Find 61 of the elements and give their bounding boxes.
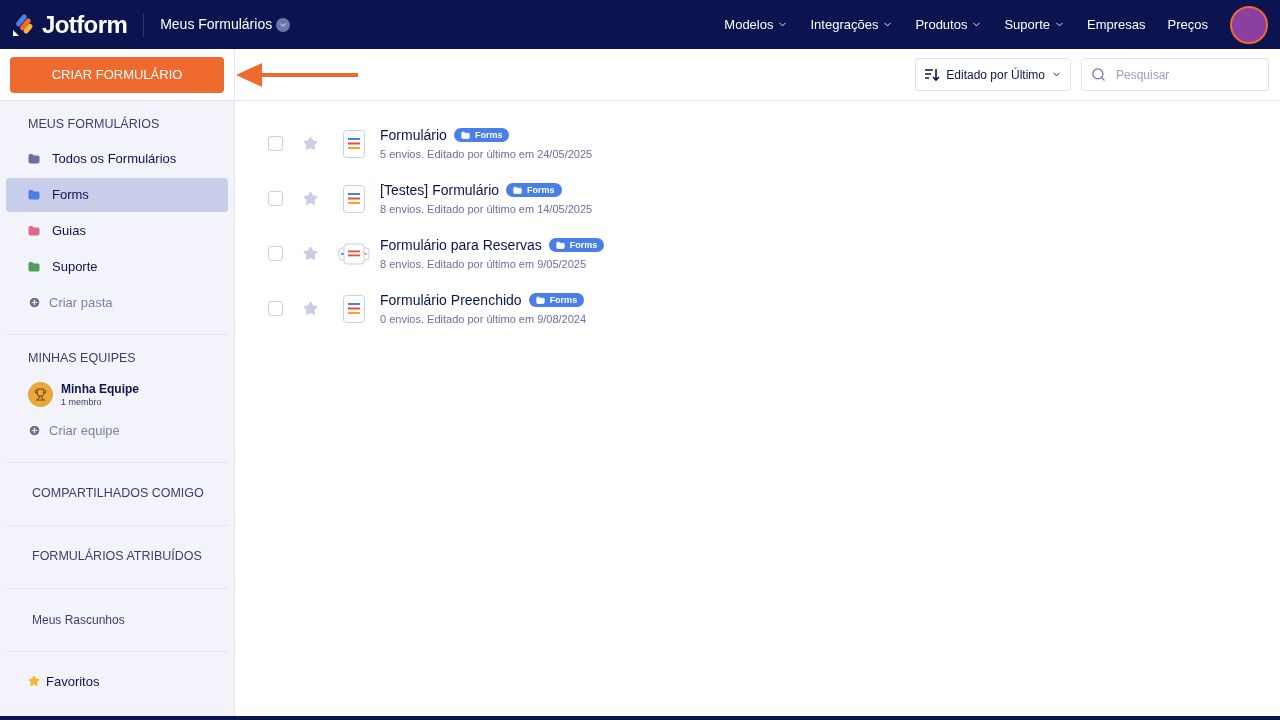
- logo-text: Jotform: [42, 9, 128, 40]
- card-form-icon: [338, 242, 370, 265]
- sort-dropdown[interactable]: Editado por Último: [915, 58, 1071, 91]
- sort-icon: [924, 67, 941, 82]
- nav-link[interactable]: Preços: [1167, 14, 1208, 35]
- folder-item[interactable]: Forms: [6, 177, 228, 212]
- create-folder-button[interactable]: Criar pasta: [6, 285, 135, 320]
- star-icon[interactable]: [303, 136, 318, 151]
- avatar[interactable]: [1230, 5, 1268, 44]
- section-title: MEUS FORMULÁRIOS: [27, 115, 161, 133]
- checkbox[interactable]: [268, 191, 283, 206]
- star-icon[interactable]: [303, 191, 318, 206]
- form-meta: 0 envios. Editado por último em 9/08/2024: [380, 311, 587, 327]
- search-icon: [1091, 67, 1106, 82]
- workspace-menu[interactable]: Meus Formulários: [160, 14, 291, 35]
- form-icon: [343, 294, 365, 323]
- star-icon: [28, 675, 40, 688]
- sidebar-section[interactable]: COMPARTILHADOS COMIGO: [32, 484, 204, 504]
- form-title[interactable]: Formulário: [380, 124, 447, 146]
- folder-item[interactable]: Guias: [6, 213, 228, 248]
- folder-icon: [513, 185, 523, 195]
- nav-link[interactable]: Produtos: [915, 14, 983, 35]
- folder-tag: Forms: [453, 128, 510, 143]
- logo-icon: [12, 11, 34, 38]
- star-icon[interactable]: [303, 301, 318, 316]
- chevron-icon: [276, 17, 291, 32]
- team-name[interactable]: Minha Equipe: [61, 381, 139, 397]
- folder-tag: Forms: [548, 238, 605, 253]
- folder-item[interactable]: Todos os Formulários: [6, 141, 228, 176]
- search-field[interactable]: Pesquisar: [1081, 58, 1269, 91]
- form-icon: [343, 129, 365, 158]
- form-icon: [343, 184, 365, 213]
- form-meta: 8 envios. Editado por último em 14/05/2025: [380, 201, 593, 217]
- team-members: 1 membro: [61, 396, 103, 408]
- folder-icon: [535, 295, 545, 305]
- checkbox[interactable]: [268, 301, 283, 316]
- plus-icon: [28, 424, 41, 438]
- team-avatar: [28, 382, 53, 408]
- folder-icon: [555, 240, 565, 250]
- folder-tag: Forms: [528, 293, 585, 308]
- nav-link[interactable]: Integrações: [810, 14, 894, 35]
- form-title[interactable]: [Testes] Formulário: [380, 179, 500, 201]
- sidebar-section[interactable]: Meus Rascunhos: [32, 610, 125, 629]
- nav-link[interactable]: Empresas: [1087, 14, 1146, 35]
- folder-tag: Forms: [506, 183, 562, 198]
- sidebar-section[interactable]: FORMULÁRIOS ATRIBUÍDOS: [32, 547, 202, 567]
- form-meta: 8 envios. Editado por último em 9/05/2025: [380, 256, 588, 272]
- favorites-item[interactable]: Favoritos: [6, 671, 122, 691]
- form-meta: 5 envios. Editado por último em 24/05/2025: [380, 146, 593, 162]
- section-title: MINHAS EQUIPES: [27, 349, 137, 367]
- folder-icon: [460, 130, 470, 140]
- form-title[interactable]: Formulário Preenchido: [380, 289, 522, 311]
- nav-link[interactable]: Modelos: [724, 14, 789, 35]
- nav-link[interactable]: Suporte: [1004, 14, 1065, 35]
- create-team-button[interactable]: Criar equipe: [6, 413, 142, 448]
- checkbox[interactable]: [268, 136, 283, 151]
- form-title[interactable]: Formulário para Reservas: [380, 234, 542, 256]
- star-icon[interactable]: [303, 246, 318, 261]
- checkbox[interactable]: [268, 246, 283, 261]
- folder-item[interactable]: Suporte: [6, 249, 228, 284]
- plus-icon: [28, 296, 41, 310]
